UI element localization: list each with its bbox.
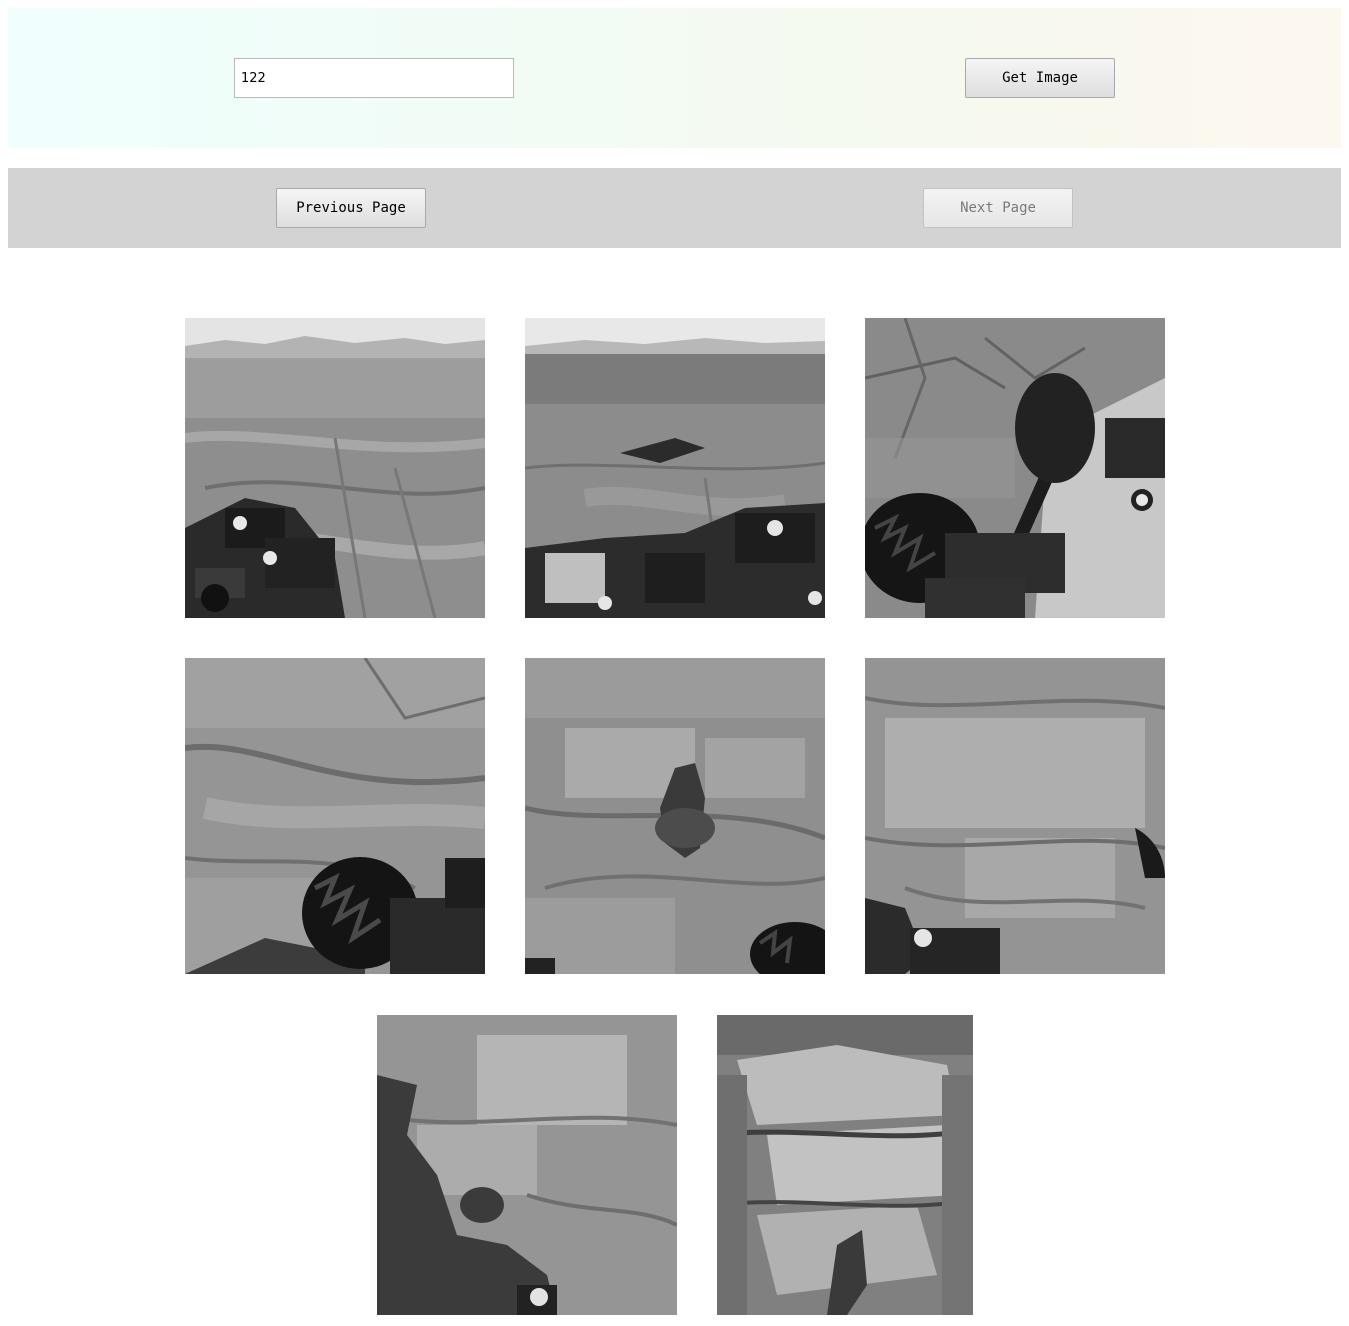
pagination-bar: Previous Page Next Page	[8, 168, 1341, 248]
get-image-button[interactable]: Get Image	[965, 58, 1115, 98]
mars-photo[interactable]	[185, 658, 485, 974]
mars-photo[interactable]	[525, 658, 825, 974]
mars-photo[interactable]	[865, 318, 1165, 618]
mars-photo[interactable]	[525, 318, 825, 618]
mars-photo[interactable]	[717, 1015, 973, 1315]
search-bar: Get Image	[8, 8, 1341, 148]
sol-input[interactable]	[234, 58, 514, 98]
mars-photo[interactable]	[865, 658, 1165, 974]
next-page-button[interactable]: Next Page	[923, 188, 1073, 228]
mars-photo[interactable]	[377, 1015, 677, 1315]
previous-page-button[interactable]: Previous Page	[276, 188, 426, 228]
mars-photo[interactable]	[185, 318, 485, 618]
